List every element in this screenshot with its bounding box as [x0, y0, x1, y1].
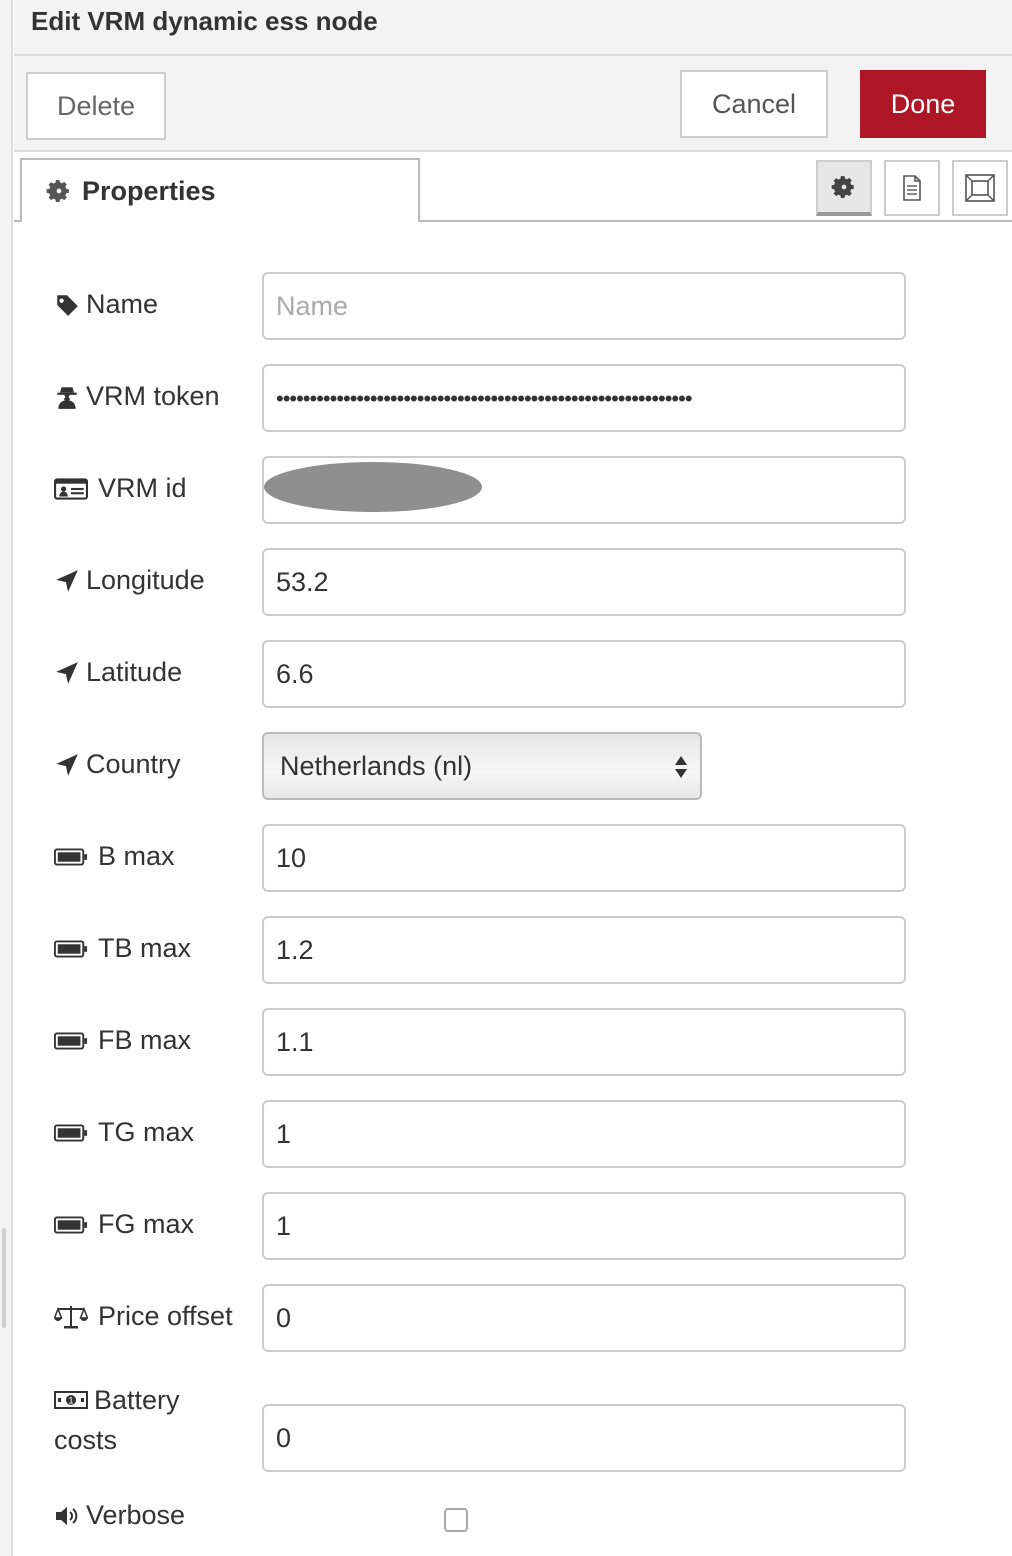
fg-max-input[interactable]: 1 — [262, 1192, 906, 1260]
frame-icon — [965, 174, 995, 202]
settings-tab-button[interactable] — [816, 160, 872, 216]
battery-costs-row: 1 Battery costs 0 — [14, 1376, 1012, 1476]
b-max-row: B max 10 — [14, 824, 1012, 892]
name-input[interactable]: Name — [262, 272, 906, 340]
tag-icon — [56, 294, 78, 316]
tg-max-row: TG max 1 — [14, 1100, 1012, 1168]
vrm-id-row: VRM id — [14, 456, 1012, 524]
money-icon: 1 — [54, 1391, 88, 1409]
fg-max-row: FG max 1 — [14, 1192, 1012, 1260]
tab-properties-label: Properties — [82, 175, 216, 206]
vrm-token-row: VRM token ••••••••••••••••••••••••••••••… — [14, 364, 1012, 432]
tab-properties[interactable]: Properties — [20, 158, 420, 224]
battery-icon — [54, 1216, 88, 1233]
vrm-token-label: VRM token — [54, 381, 220, 412]
cancel-button[interactable]: Cancel — [680, 70, 828, 138]
battery-icon — [54, 848, 88, 865]
vrm-id-input[interactable] — [262, 456, 906, 524]
tb-max-label: TB max — [54, 933, 191, 964]
gear-icon — [831, 176, 854, 199]
vrm-token-input[interactable]: ••••••••••••••••••••••••••••••••••••••••… — [262, 364, 906, 432]
done-button[interactable]: Done — [860, 70, 986, 138]
latitude-row: Latitude 6.6 — [14, 640, 1012, 708]
fg-max-label: FG max — [54, 1209, 194, 1240]
svg-text:1: 1 — [68, 1396, 73, 1406]
tb-max-input[interactable]: 1.2 — [262, 916, 906, 984]
fb-max-input[interactable]: 1.1 — [262, 1008, 906, 1076]
country-select-value: Netherlands (nl) — [280, 750, 473, 781]
country-row: Country Netherlands (nl) — [14, 732, 1012, 800]
latitude-label: Latitude — [54, 657, 182, 688]
tg-max-label: TG max — [54, 1117, 194, 1148]
tab-bar: Properties — [14, 152, 1012, 224]
tb-max-row: TB max 1.2 — [14, 916, 1012, 984]
user-secret-icon — [57, 386, 77, 409]
dialog-title-bar: Edit VRM dynamic ess node — [14, 0, 1012, 56]
battery-icon — [54, 940, 88, 957]
properties-form: Name Name VRM token ••••••••••••••••••••… — [14, 222, 1012, 1556]
select-arrows-icon — [675, 756, 687, 778]
b-max-input[interactable]: 10 — [262, 824, 906, 892]
redaction-overlay — [264, 462, 482, 512]
dialog-title: Edit VRM dynamic ess node — [31, 6, 378, 36]
country-label: Country — [54, 749, 181, 780]
verbose-checkbox[interactable] — [444, 1508, 468, 1532]
workspace-edge — [0, 0, 13, 1556]
appearance-tab-button[interactable] — [952, 160, 1008, 216]
volume-icon — [56, 1506, 78, 1525]
longitude-row: Longitude 53.2 — [14, 548, 1012, 616]
b-max-label: B max — [54, 841, 175, 872]
fb-max-row: FB max 1.1 — [14, 1008, 1012, 1076]
battery-icon — [54, 1032, 88, 1049]
delete-button[interactable]: Delete — [26, 72, 166, 140]
battery-costs-label: 1 Battery costs — [54, 1385, 180, 1455]
latitude-input[interactable]: 6.6 — [262, 640, 906, 708]
vrm-id-label: VRM id — [54, 473, 187, 504]
fb-max-label: FB max — [54, 1025, 191, 1056]
location-arrow-icon — [56, 569, 78, 592]
battery-costs-input[interactable]: 0 — [262, 1404, 906, 1472]
tg-max-input[interactable]: 1 — [262, 1100, 906, 1168]
document-icon — [903, 175, 921, 201]
verbose-row: Verbose — [14, 1496, 1012, 1546]
location-arrow-icon — [56, 753, 78, 776]
price-offset-row: Price offset 0 — [14, 1284, 1012, 1352]
resize-handle[interactable] — [2, 1228, 6, 1328]
description-tab-button[interactable] — [884, 160, 940, 216]
longitude-label: Longitude — [54, 565, 205, 596]
dialog-button-bar: Delete Cancel Done — [14, 56, 1012, 152]
verbose-label: Verbose — [54, 1500, 185, 1531]
gear-icon — [46, 180, 69, 203]
id-card-icon — [54, 477, 88, 500]
longitude-input[interactable]: 53.2 — [262, 548, 906, 616]
country-select[interactable]: Netherlands (nl) — [262, 732, 702, 800]
location-arrow-icon — [56, 661, 78, 684]
name-row: Name Name — [14, 272, 1012, 340]
price-offset-label: Price offset — [54, 1301, 233, 1332]
price-offset-input[interactable]: 0 — [262, 1284, 906, 1352]
balance-scale-icon — [54, 1305, 88, 1328]
battery-icon — [54, 1124, 88, 1141]
name-label: Name — [54, 289, 158, 320]
